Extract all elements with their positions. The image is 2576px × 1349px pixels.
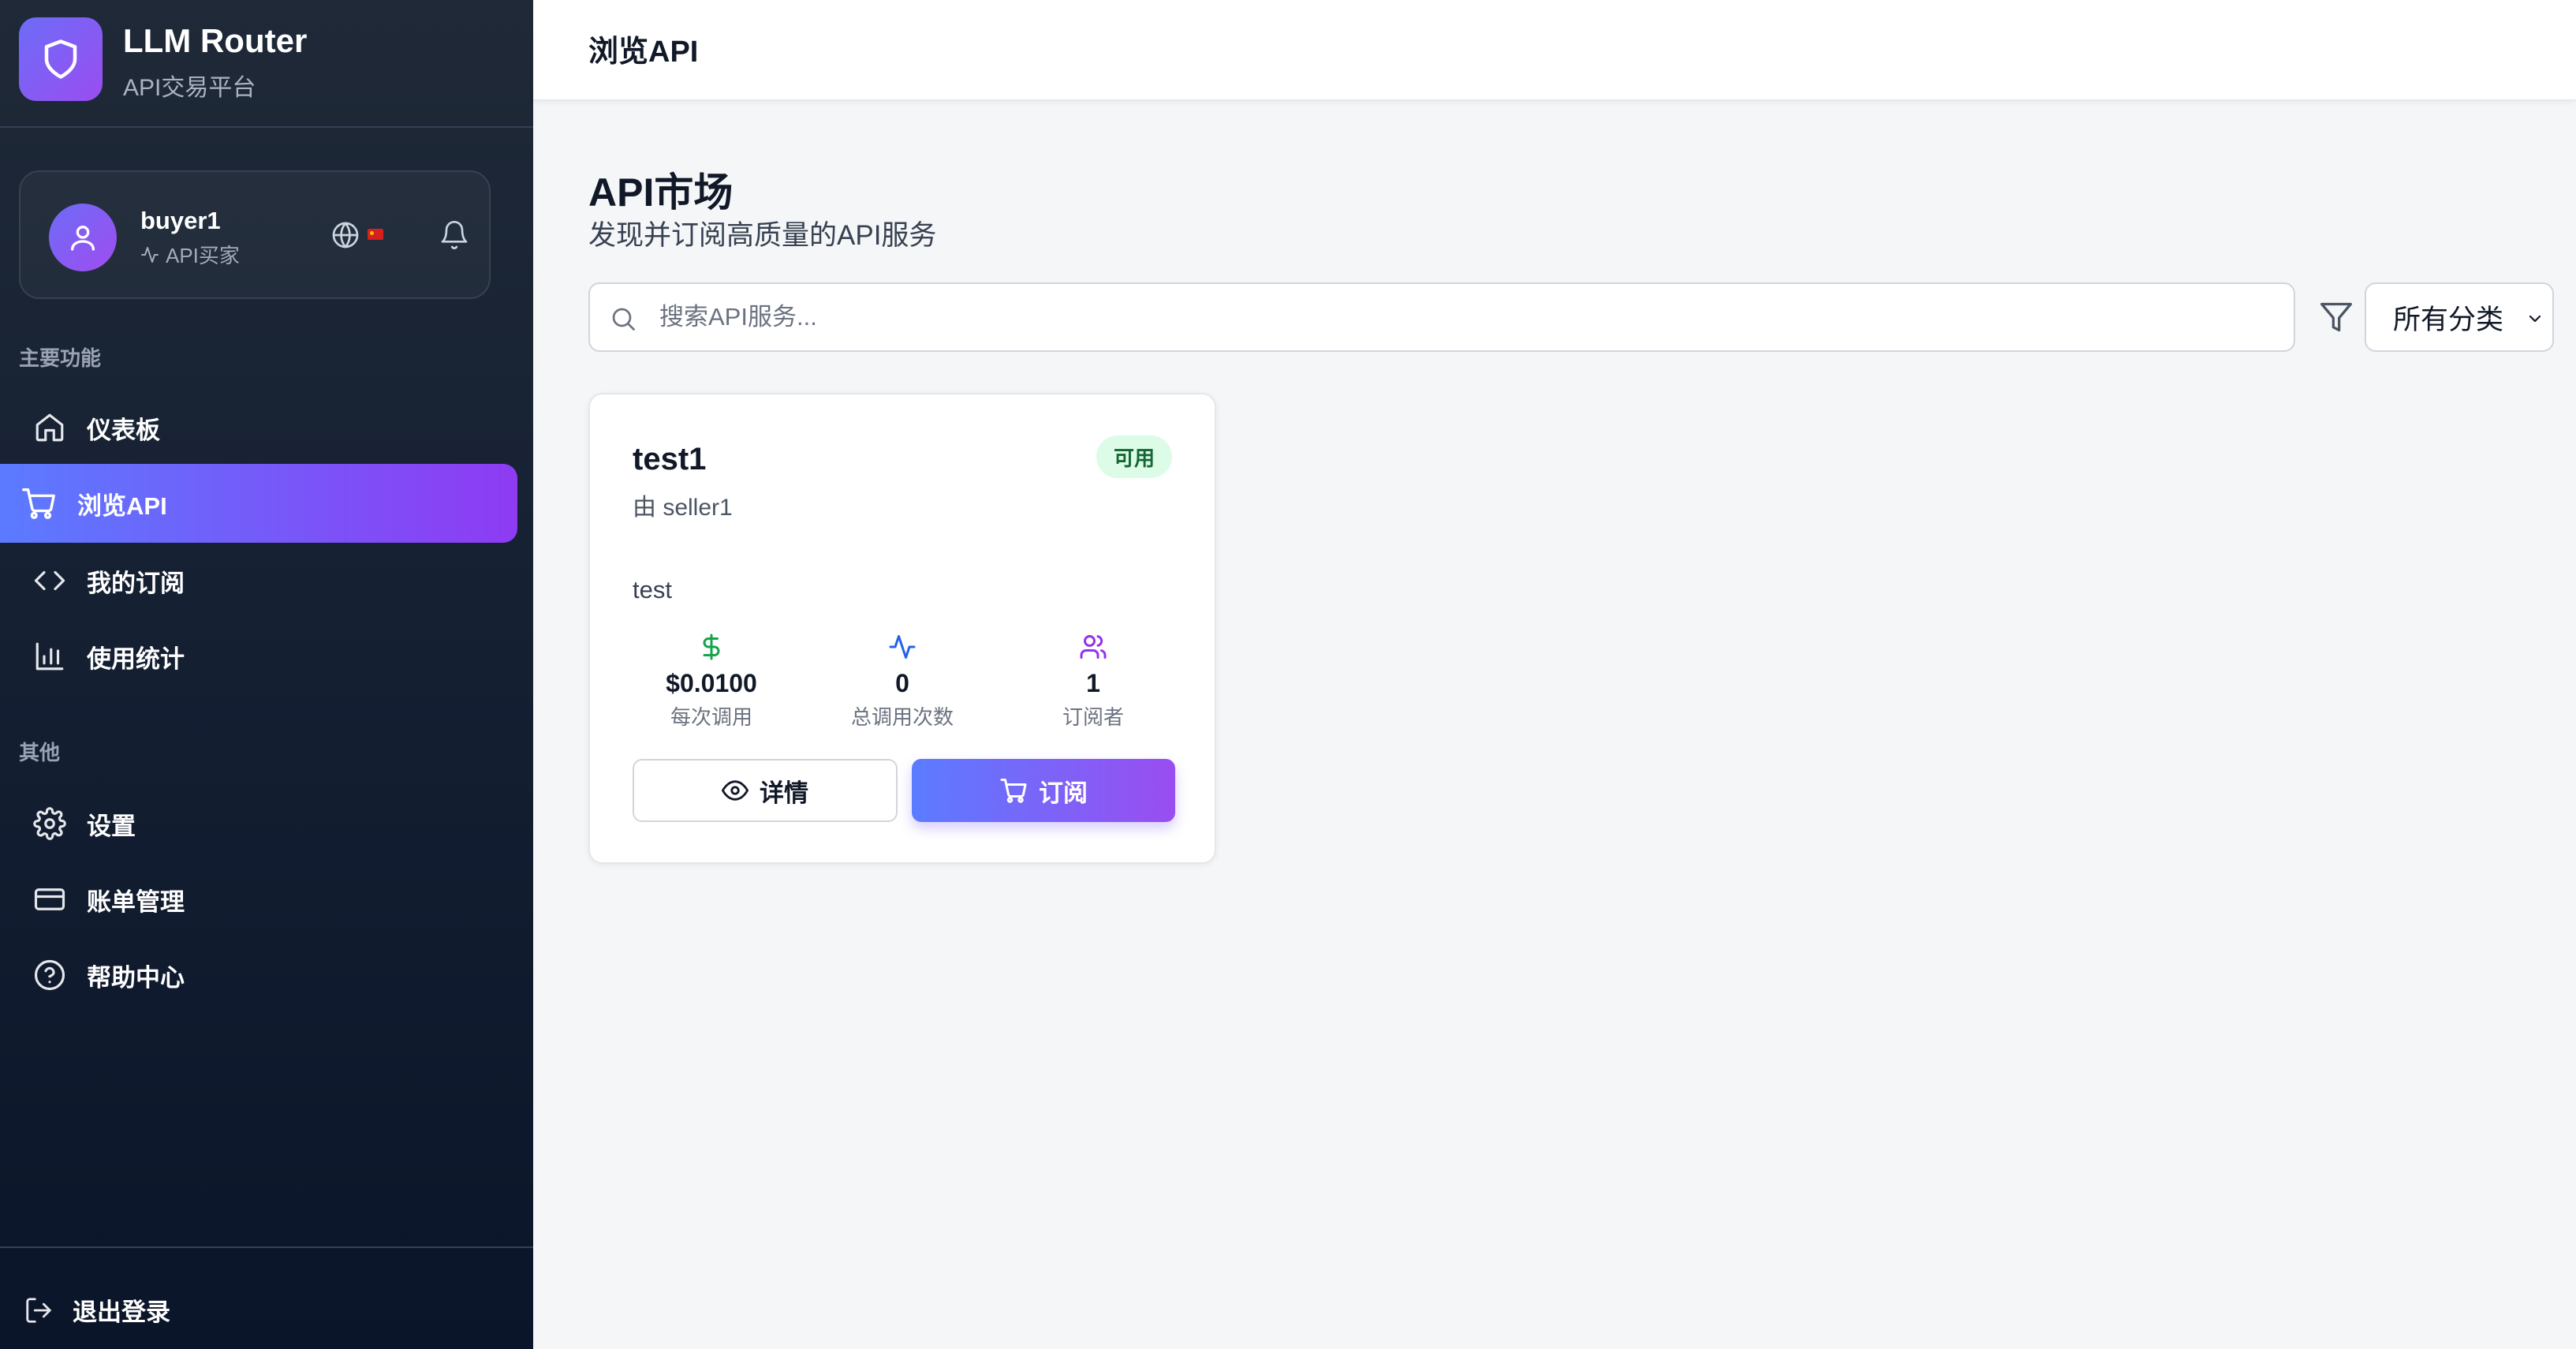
stat-value: 0 [895,669,909,697]
sidebar-item-label: 仪表板 [87,416,160,444]
stat-value: 1 [1086,669,1100,697]
eye-icon [722,780,749,801]
stat-total-calls: 0 总调用次数 [808,633,997,731]
topbar: 浏览API [533,0,2576,101]
user-card: buyer1 API买家 [19,170,491,299]
detail-button-label: 详情 [760,779,808,807]
cart-icon [1000,779,1027,803]
stat-subscribers: 1 订阅者 [999,633,1188,731]
sidebar: LLM Router API交易平台 buyer1 API买家 主要功能 仪表板 [0,0,533,1349]
stat-label: 每次调用 [670,705,752,729]
sidebar-item-my-subscriptions[interactable]: 我的订阅 [19,541,517,620]
brand-header: LLM Router API交易平台 [0,0,533,128]
gear-icon [33,807,66,840]
user-name: buyer1 [140,207,221,234]
code-icon [34,570,65,591]
sidebar-item-label: 我的订阅 [87,569,185,597]
sidebar-item-browse-api[interactable]: 浏览API [0,464,517,543]
china-flag-icon[interactable] [368,229,383,240]
stat-label: 总调用次数 [850,705,954,729]
avatar[interactable] [49,204,117,271]
sidebar-item-help[interactable]: 帮助中心 [19,936,517,1015]
detail-button[interactable]: 详情 [633,759,898,822]
search-box [588,282,2295,352]
credit-card-icon [34,888,65,910]
activity-icon [141,246,159,263]
api-seller: 由 seller1 [633,495,733,521]
users-icon [1080,635,1107,659]
topbar-title: 浏览API [588,36,699,69]
globe-icon[interactable] [330,219,361,251]
home-icon [35,413,64,442]
sidebar-item-label: 账单管理 [87,888,185,916]
sidebar-item-label: 帮助中心 [87,963,185,992]
api-description: test [633,576,672,604]
subscribe-button-label: 订阅 [1039,779,1088,807]
stat-label: 订阅者 [1062,705,1124,729]
dollar-icon [703,633,720,660]
section-label-other: 其他 [19,741,61,764]
user-role: API买家 [140,240,240,269]
sidebar-item-settings[interactable]: 设置 [19,784,517,863]
brand-title: LLM Router [123,22,308,59]
page-subtitle: 发现并订阅高质量的API服务 [588,220,937,251]
bell-icon[interactable] [439,219,470,251]
search-input[interactable] [659,284,2268,350]
sidebar-item-usage-stats[interactable]: 使用统计 [19,617,517,696]
bar-chart-icon [35,642,64,671]
stat-value: $0.0100 [666,669,757,697]
user-role-label: API买家 [166,244,240,267]
category-select-value: 所有分类 [2393,304,2504,335]
sidebar-item-billing[interactable]: 账单管理 [19,860,517,939]
help-icon [34,959,65,991]
section-label-main: 主要功能 [19,346,102,370]
activity-icon [889,635,916,659]
subscribe-button[interactable]: 订阅 [912,759,1175,822]
status-badge: 可用 [1096,435,1172,478]
chevron-down-icon [2529,315,2541,323]
page-title: API市场 [588,170,734,215]
api-name: test1 [633,442,707,476]
logout-label: 退出登录 [73,1299,170,1326]
brand-subtitle: API交易平台 [123,75,256,101]
sidebar-item-label: 设置 [87,812,136,840]
search-icon [612,308,635,331]
sidebar-item-dashboard[interactable]: 仪表板 [19,388,517,467]
stat-price: $0.0100 每次调用 [617,633,806,731]
shield-logo-icon [19,17,103,101]
cart-icon [22,488,55,519]
logout-area: 退出登录 [0,1246,533,1349]
logout-icon [26,1297,51,1323]
sidebar-item-label: 浏览API [77,491,167,520]
filter-icon[interactable] [2319,300,2354,334]
sidebar-item-label: 使用统计 [87,645,185,673]
category-select[interactable]: 所有分类 [2365,282,2554,352]
logout-button[interactable]: 退出登录 [24,1292,170,1328]
api-card: test1 由 seller1 可用 test $0.0100 每次调用 0 总… [588,393,1216,864]
